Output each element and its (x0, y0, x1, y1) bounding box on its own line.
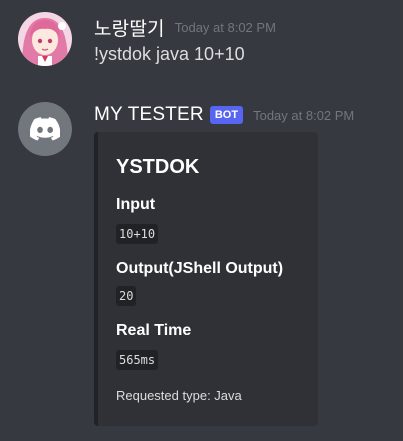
timestamp: Today at 8:02 PM (253, 107, 355, 123)
embed: YSTDOK Input 10+10 Output(JShell Output)… (94, 132, 318, 426)
code-inline: 20 (116, 286, 137, 306)
timestamp: Today at 8:02 PM (174, 20, 276, 35)
user-avatar[interactable] (18, 12, 72, 66)
message-header: MY TESTER BOT Today at 8:02 PM (94, 104, 354, 126)
username[interactable]: 노랑딸기 (94, 14, 165, 41)
embed-field-name-input: Input (116, 196, 156, 213)
embed-field-value-output: 20 (116, 286, 137, 306)
code-inline: 565ms (116, 350, 159, 370)
anime-avatar-icon (18, 12, 72, 66)
message-content: !ystdok java 10+10 (94, 44, 245, 64)
embed-field-name-output: Output(JShell Output) (116, 260, 284, 277)
bot-avatar[interactable] (18, 102, 72, 156)
embed-field-value-time: 565ms (116, 350, 159, 370)
username[interactable]: MY TESTER (94, 104, 204, 126)
message-header: 노랑딸기 Today at 8:02 PM (94, 14, 276, 41)
chat-area: 노랑딸기 Today at 8:02 PM !ystdok java 10+10… (0, 0, 403, 441)
embed-field-name-time: Real Time (116, 322, 192, 339)
discord-logo-icon (30, 117, 60, 141)
embed-footer: Requested type: Java (116, 388, 242, 403)
code-inline: 10+10 (116, 224, 159, 244)
bot-tag: BOT (209, 106, 244, 124)
embed-title: YSTDOK (116, 156, 200, 178)
embed-field-value-input: 10+10 (116, 224, 159, 244)
